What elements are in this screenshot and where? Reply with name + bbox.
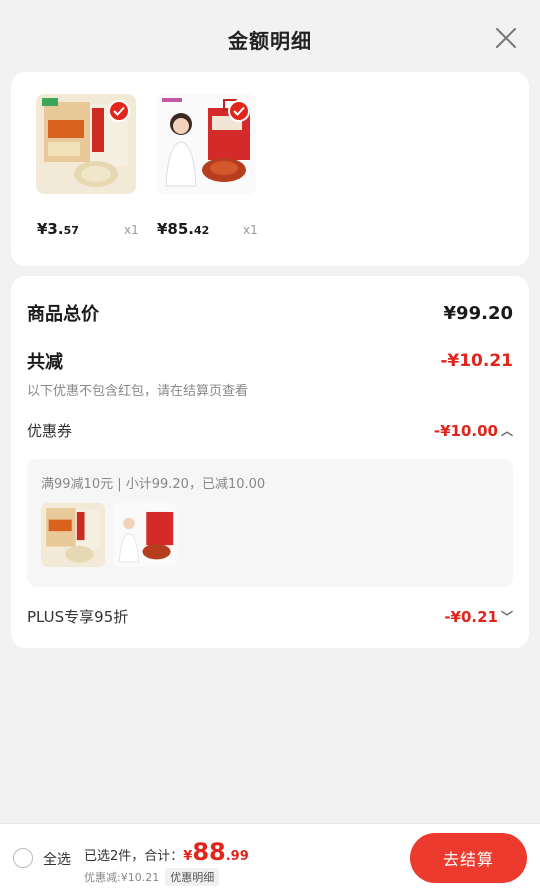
discount-line: 优惠减:¥10.21 优惠明细 bbox=[84, 868, 220, 886]
product-qty-1: x1 bbox=[124, 223, 139, 237]
coupon-label: 优惠券 bbox=[27, 422, 73, 440]
product-price-2: ¥85.42 bbox=[157, 220, 209, 238]
price-decimal: 57 bbox=[63, 224, 79, 237]
close-icon[interactable] bbox=[494, 26, 518, 50]
product-qty-2: x1 bbox=[243, 223, 258, 237]
currency-symbol: ¥ bbox=[183, 849, 193, 864]
price-decimal: 42 bbox=[194, 224, 210, 237]
total-label: 商品总价 bbox=[27, 304, 99, 325]
coupon-product-thumb-2 bbox=[113, 503, 177, 567]
total-value: ¥99.20 bbox=[443, 302, 513, 324]
reduce-row: 共减 -¥10.21 bbox=[27, 348, 513, 374]
checkout-button[interactable]: 去结算 bbox=[410, 833, 527, 883]
product-image-2[interactable] bbox=[156, 94, 256, 194]
chevron-down-icon[interactable]: ﹀ bbox=[501, 608, 513, 625]
discount-detail-button[interactable]: 优惠明细 bbox=[165, 868, 220, 886]
plus-value[interactable]: -¥0.21 ﹀ bbox=[444, 608, 513, 626]
total-integer: 88 bbox=[192, 838, 226, 866]
check-icon[interactable] bbox=[108, 100, 130, 122]
coupon-rule-text: 满99减10元 | 小计99.20，已减10.00 bbox=[41, 477, 266, 492]
page-title: 金额明细 bbox=[228, 28, 312, 53]
price-breakdown-card: 商品总价 ¥99.20 共减 -¥10.21 以下优惠不包含红包，请在结算页查看… bbox=[11, 276, 529, 648]
select-all-label[interactable]: 全选 bbox=[43, 849, 71, 869]
reduce-value: -¥10.21 bbox=[440, 351, 513, 371]
price-main: ¥85. bbox=[157, 220, 195, 238]
plus-row[interactable]: PLUS专享95折 -¥0.21 ﹀ bbox=[27, 606, 513, 627]
coupon-amount: -¥10.00 bbox=[433, 421, 498, 440]
plus-amount: -¥0.21 bbox=[444, 607, 498, 626]
product-image-1[interactable] bbox=[36, 94, 136, 194]
coupon-value[interactable]: -¥10.00 ︿ bbox=[434, 422, 513, 440]
chevron-up-icon[interactable]: ︿ bbox=[501, 422, 513, 439]
discount-note: 以下优惠不包含红包，请在结算页查看 bbox=[27, 384, 249, 399]
reduce-label: 共减 bbox=[27, 352, 63, 373]
checkout-bar: 全选 已选2件，合计： ¥88.99 优惠减:¥10.21 优惠明细 去结算 bbox=[0, 823, 540, 891]
total-decimal: .99 bbox=[225, 849, 249, 864]
total-price: ¥88.99 bbox=[183, 838, 248, 866]
check-icon[interactable] bbox=[228, 100, 250, 122]
selected-count-text: 已选2件，合计： bbox=[84, 849, 184, 864]
coupon-row[interactable]: 优惠券 -¥10.00 ︿ bbox=[27, 420, 513, 441]
discount-text: 优惠减:¥10.21 bbox=[84, 871, 160, 884]
price-main: ¥3. bbox=[37, 220, 64, 238]
product-card: ¥3.57 x1 ¥85.42 x1 bbox=[11, 72, 529, 266]
total-summary: 已选2件，合计： ¥88.99 bbox=[84, 838, 249, 866]
product-price-1: ¥3.57 bbox=[37, 220, 79, 238]
select-all-radio[interactable] bbox=[13, 848, 33, 868]
product-thumb-cereal bbox=[41, 503, 105, 567]
coupon-product-thumb-1 bbox=[41, 503, 105, 567]
plus-label: PLUS专享95折 bbox=[27, 608, 129, 626]
amount-detail-sheet: 金额明细 ¥3.57 x1 ¥85.42 x1 商品总价 ¥99.20 共减 -… bbox=[0, 8, 540, 891]
product-thumb-crab-giftbox bbox=[113, 503, 177, 567]
total-row: 商品总价 ¥99.20 bbox=[27, 300, 513, 326]
coupon-detail-box: 满99减10元 | 小计99.20，已减10.00 bbox=[27, 459, 513, 587]
sheet-header: 金额明细 bbox=[0, 8, 540, 70]
